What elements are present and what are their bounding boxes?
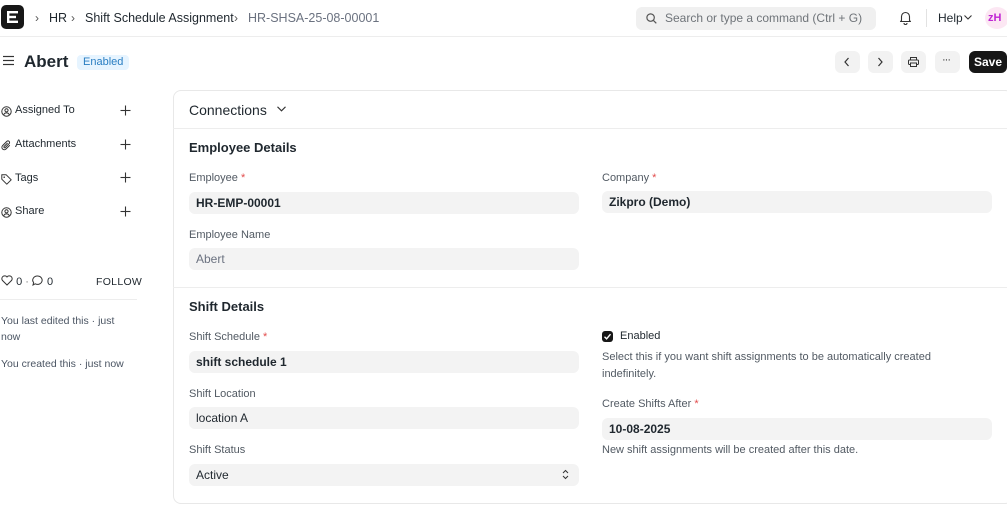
enabled-checkbox[interactable]	[602, 331, 613, 342]
chevron-down-icon[interactable]	[277, 106, 286, 112]
top-navbar: › HR › Shift Schedule Assignment › HR-SH…	[0, 0, 1007, 37]
user-avatar[interactable]: zH	[985, 7, 1007, 29]
breadcrumb-doctype[interactable]: Shift Schedule Assignment	[85, 11, 234, 25]
sidebar-item-label: Attachments	[15, 138, 77, 150]
add-assignee-plus-icon[interactable]	[120, 105, 131, 116]
sidebar-item-share[interactable]: Share	[1, 205, 101, 219]
status-badge: Enabled	[77, 55, 130, 70]
select-arrows-icon	[562, 469, 569, 480]
sidebar-divider	[0, 299, 137, 300]
more-actions-button[interactable]: ···	[935, 51, 960, 73]
section-title-shift-details: Shift Details	[189, 299, 265, 314]
chevron-down-icon[interactable]	[964, 15, 972, 20]
navbar-divider	[926, 9, 927, 27]
comment-icon[interactable]	[32, 275, 44, 286]
chevron-left-icon	[844, 57, 849, 67]
follow-button[interactable]: FOLLOW	[96, 276, 142, 288]
create-shifts-after-field[interactable]: 10-08-2025	[602, 418, 992, 440]
counts-separator: ·	[25, 276, 29, 288]
section-title-employee-details: Employee Details	[189, 140, 297, 155]
create-shifts-after-label: Create Shifts After *	[602, 398, 699, 410]
breadcrumb-document[interactable]: HR-SHSA-25-08-00001	[248, 11, 379, 25]
sidebar-item-attachments[interactable]: Attachments	[1, 138, 101, 152]
breadcrumb-separator-icon: ›	[71, 11, 75, 25]
activity-created: You created this · just now	[1, 358, 124, 370]
erpnext-logo-icon	[7, 11, 18, 23]
search-icon	[646, 13, 657, 24]
shift-schedule-label: Shift Schedule *	[189, 331, 268, 343]
likes-comments-row: 0 · 0	[1, 275, 53, 288]
employee-field[interactable]: HR-EMP-00001	[189, 192, 579, 214]
employee-name-label: Employee Name	[189, 229, 271, 241]
paperclip-icon	[1, 140, 11, 151]
shift-status-select[interactable]: Active	[189, 464, 579, 486]
add-share-plus-icon[interactable]	[120, 206, 131, 217]
employee-name-field: Abert	[189, 248, 579, 270]
create-shifts-after-description: New shift assignments will be created af…	[602, 444, 859, 456]
likes-count: 0	[16, 276, 23, 288]
previous-doc-button[interactable]	[835, 51, 860, 73]
add-attachment-plus-icon[interactable]	[120, 139, 131, 150]
next-doc-button[interactable]	[868, 51, 893, 73]
shift-status-value: Active	[196, 468, 229, 482]
breadcrumb-hr[interactable]: HR	[49, 11, 67, 25]
app-logo[interactable]	[1, 5, 24, 29]
enabled-checkbox-label[interactable]: Enabled	[620, 330, 660, 342]
save-button[interactable]: Save	[969, 51, 1007, 73]
heart-icon[interactable]	[1, 275, 13, 286]
connections-divider	[173, 128, 1007, 129]
activity-last-edited: You last edited this · just now	[1, 315, 115, 343]
sidebar-item-label: Assigned To	[15, 104, 75, 116]
company-field-label: Company *	[602, 172, 657, 184]
user-plus-icon	[1, 106, 12, 117]
sidebar-item-label: Share	[15, 205, 45, 217]
enabled-description: Select this if you want shift assignment…	[602, 351, 931, 380]
shift-status-label: Shift Status	[189, 444, 246, 456]
printer-icon	[908, 57, 919, 67]
checkmark-icon	[604, 333, 612, 340]
breadcrumb-separator-icon: ›	[35, 11, 39, 25]
tag-icon	[1, 174, 12, 185]
sidebar-item-tags[interactable]: Tags	[1, 172, 101, 186]
print-button[interactable]	[901, 51, 926, 73]
company-field[interactable]: Zikpro (Demo)	[602, 191, 992, 213]
comments-count: 0	[47, 276, 54, 288]
connections-toggle[interactable]: Connections	[189, 102, 267, 118]
chevron-right-icon	[878, 57, 883, 67]
search-bar[interactable]: Search or type a command (Ctrl + G)	[636, 7, 876, 30]
share-icon	[1, 207, 12, 218]
employee-field-label: Employee *	[189, 172, 246, 184]
sidebar-item-label: Tags	[15, 172, 39, 184]
page-title: Abert	[24, 52, 69, 71]
search-placeholder: Search or type a command (Ctrl + G)	[665, 11, 863, 25]
more-dots-icon: ···	[942, 54, 951, 66]
breadcrumb-separator-icon: ›	[234, 11, 238, 25]
hamburger-menu-icon[interactable]	[3, 55, 14, 66]
shift-location-field[interactable]: location A	[189, 407, 579, 429]
section-divider	[173, 287, 1007, 288]
add-tag-plus-icon[interactable]	[120, 172, 131, 183]
shift-location-label: Shift Location	[189, 388, 256, 400]
notification-bell-icon[interactable]	[899, 10, 912, 25]
help-menu[interactable]: Help	[938, 11, 963, 25]
shift-schedule-field[interactable]: shift schedule 1	[189, 351, 579, 373]
sidebar-item-assigned-to[interactable]: Assigned To	[1, 104, 101, 118]
